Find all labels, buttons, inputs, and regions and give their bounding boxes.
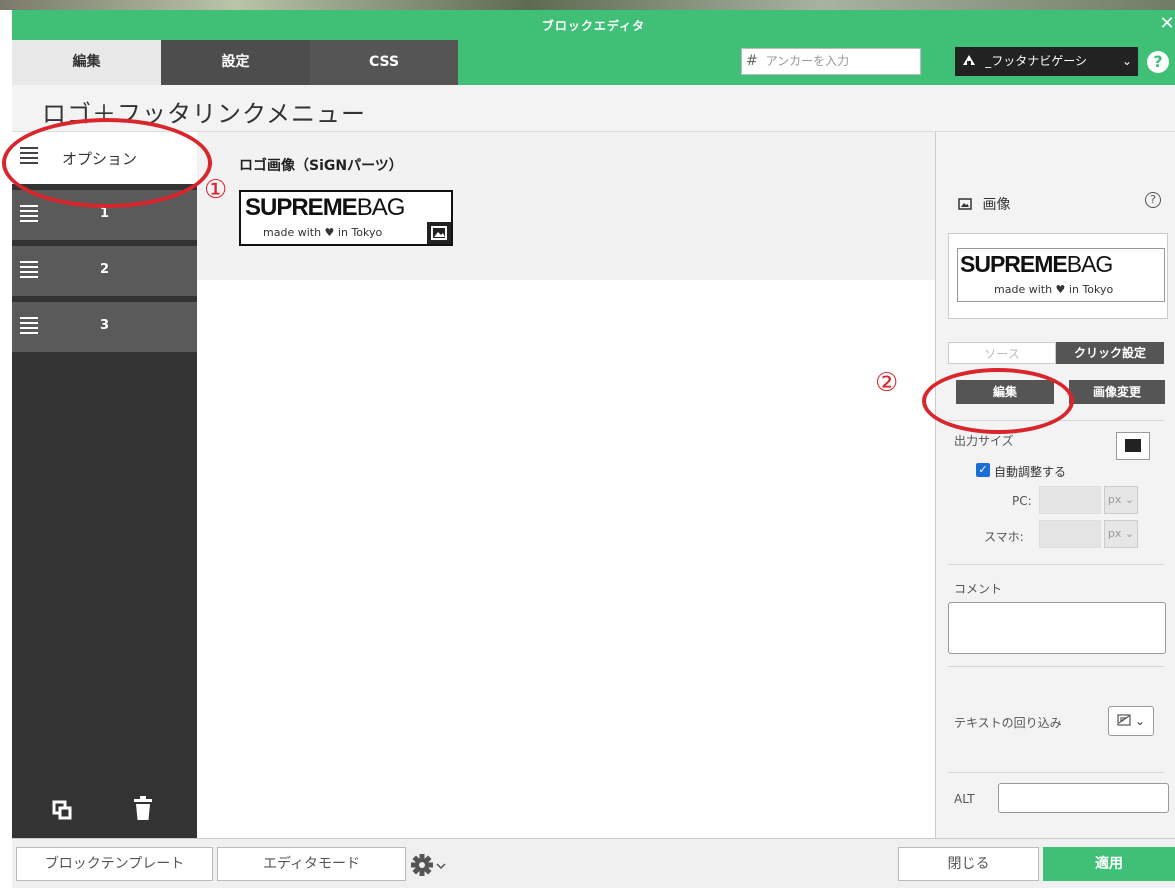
tab-settings[interactable]: 設定 [161, 40, 310, 85]
image-subtabs: ソース クリック設定 [948, 342, 1164, 364]
image-section-label: 画像 [958, 194, 1010, 214]
logo-wordmark: SUPREMEBAG [960, 251, 1113, 277]
page-title-area: ロゴ＋フッタリンクメニュー [12, 85, 1175, 132]
auto-adjust-label: 自動調整する [994, 465, 1067, 479]
menu-icon [20, 147, 38, 165]
sidebar-item-option[interactable]: オプション [12, 132, 197, 184]
block-template-button[interactable]: ブロックテンプレート [16, 847, 213, 881]
anchor-placeholder: アンカーを入力 [765, 54, 850, 68]
window-title: ブロックエディタ [541, 19, 646, 33]
logo-image[interactable]: SUPREMEBAG made with ♥ in Tokyo [239, 190, 453, 246]
sidebar-item-1[interactable]: 1 [12, 190, 197, 240]
footer-bar: ブロックテンプレート エディタモード 閉じる 適用 [12, 838, 1175, 888]
auto-adjust-checkbox[interactable]: ✓ [976, 463, 990, 477]
tab-click-settings[interactable]: クリック設定 [1056, 342, 1164, 364]
sidebar-item-label: オプション [62, 150, 138, 168]
tab-css[interactable]: CSS [310, 40, 458, 85]
pc-unit-select[interactable]: px ⌄ [1104, 486, 1138, 514]
alt-label: ALT [954, 792, 975, 806]
comment-textarea[interactable] [948, 602, 1166, 654]
sp-unit-select[interactable]: px ⌄ [1104, 520, 1138, 548]
hash-icon: # [746, 53, 758, 69]
background-strip [0, 0, 1175, 10]
help-icon[interactable]: ? [1147, 51, 1169, 73]
tab-edit[interactable]: 編集 [12, 40, 161, 85]
title-bar: ブロックエディタ ✕ [12, 10, 1175, 40]
tab-source[interactable]: ソース [948, 342, 1056, 364]
sidebar-item-2[interactable]: 2 [12, 246, 197, 296]
logo-section: ロゴ画像（SiGNパーツ） SUPREMEBAG made with ♥ in … [197, 132, 935, 280]
image-edit-button[interactable]: 編集 [956, 380, 1054, 404]
copy-icon[interactable] [52, 800, 72, 820]
trash-icon[interactable] [134, 796, 152, 820]
block-editor-window: ブロックエディタ ✕ 編集 設定 CSS # アンカーを入力 _フッタナビゲーシ… [0, 0, 1175, 888]
annotation-number-2: ② [875, 368, 899, 398]
pc-label: PC: [1012, 494, 1032, 508]
sidebar-item-label: 3 [99, 318, 110, 333]
sp-size-input[interactable] [1039, 520, 1101, 548]
text-wrap-select[interactable]: ⌄ [1108, 706, 1154, 736]
close-button[interactable]: 閉じる [898, 847, 1039, 881]
editor-mode-button[interactable]: エディタモード [217, 847, 406, 881]
image-size-icon[interactable] [1116, 432, 1150, 460]
output-size-label: 出力サイズ [954, 434, 1014, 448]
properties-panel: 画像 ? SUPREMEBAG made with ♥ in Tokyo ソース… [935, 132, 1175, 838]
image-change-button[interactable]: 画像変更 [1069, 380, 1165, 404]
text-wrap-icon [1117, 714, 1131, 726]
pc-size-input[interactable] [1039, 486, 1101, 514]
sidebar-item-label: 2 [99, 262, 110, 277]
divider [948, 772, 1164, 773]
logo-tagline: made with ♥ in Tokyo [994, 283, 1114, 296]
sp-label: スマホ: [984, 530, 1024, 544]
divider [948, 420, 1164, 421]
part-select-value: _フッタナビゲーシ [985, 54, 1087, 68]
logo-section-label: ロゴ画像（SiGNパーツ） [239, 158, 403, 174]
image-icon[interactable] [427, 222, 451, 244]
header-row: 編集 設定 CSS # アンカーを入力 _フッタナビゲーシ ⌄ ? [12, 40, 1175, 85]
alt-input[interactable] [998, 783, 1169, 813]
sidebar: オプション 1 2 3 [12, 132, 197, 838]
apply-button[interactable]: 適用 [1043, 847, 1175, 881]
sidebar-item-3[interactable]: 3 [12, 302, 197, 352]
sidebar-item-label: 1 [99, 206, 110, 221]
comment-label: コメント [954, 582, 1003, 596]
logo-image-preview: SUPREMEBAG made with ♥ in Tokyo [957, 248, 1165, 302]
part-type-icon [963, 54, 979, 68]
part-select[interactable]: _フッタナビゲーシ ⌄ [955, 47, 1138, 76]
logo-tagline: made with ♥ in Tokyo [263, 226, 383, 239]
help-icon[interactable]: ? [1145, 192, 1161, 208]
main-content: ロゴ画像（SiGNパーツ） SUPREMEBAG made with ♥ in … [197, 132, 935, 838]
divider [948, 666, 1164, 667]
annotation-number-1: ① [204, 175, 228, 205]
page-title: ロゴ＋フッタリンクメニュー [42, 100, 367, 128]
image-preview: SUPREMEBAG made with ♥ in Tokyo [948, 233, 1168, 319]
logo-wordmark: SUPREMEBAG [245, 194, 405, 221]
text-wrap-label: テキストの回り込み [954, 716, 1062, 730]
image-icon [958, 198, 972, 210]
gear-icon[interactable] [410, 852, 450, 878]
close-icon[interactable]: ✕ [1157, 14, 1175, 34]
anchor-input[interactable]: # アンカーを入力 [741, 48, 921, 75]
divider [948, 564, 1164, 565]
chevron-down-icon: ⌄ [1121, 54, 1132, 68]
